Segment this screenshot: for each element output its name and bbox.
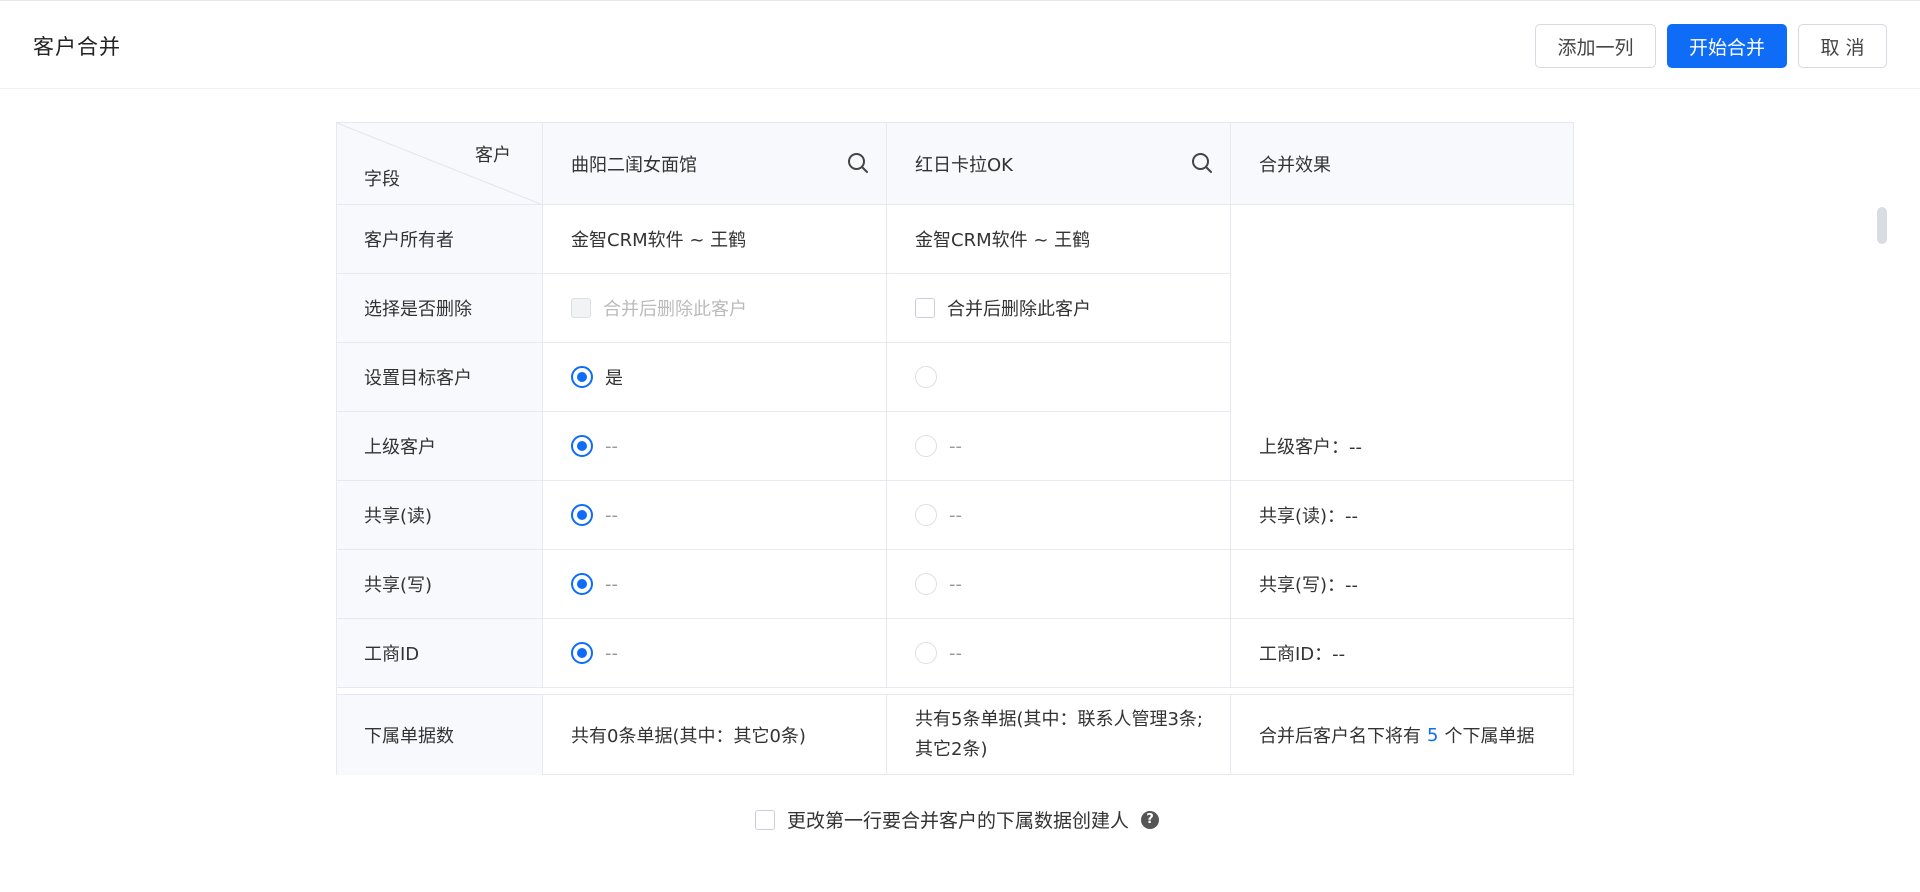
diagonal-divider — [337, 123, 543, 205]
parent-radio[interactable] — [915, 435, 937, 457]
radio-value: -- — [605, 642, 618, 664]
table-header-row: 客户 字段 曲阳二闺女面馆 红日卡拉OK 合并效果 — [337, 123, 1573, 205]
page-title: 客户合并 — [33, 35, 121, 59]
biz-id-option-2[interactable]: -- — [887, 619, 1231, 687]
delete-option-1: 合并后删除此客户 — [543, 274, 887, 342]
merge-table: 客户 字段 曲阳二闺女面馆 红日卡拉OK 合并效果 客户所有者 金智CRM软件 … — [336, 122, 1574, 775]
biz-id-radio-selected[interactable] — [571, 642, 593, 664]
parent-option-2[interactable]: -- — [887, 412, 1231, 480]
target-radio-selected[interactable] — [571, 366, 593, 388]
table-row-share-write: 共享(写) -- -- 共享(写)：-- — [337, 550, 1573, 619]
column-header-customer-1: 曲阳二闺女面馆 — [543, 123, 887, 204]
row-label: 工商ID — [337, 619, 543, 687]
cancel-button[interactable]: 取 消 — [1798, 24, 1887, 68]
row-divider — [337, 688, 1573, 695]
target-radio[interactable] — [915, 366, 937, 388]
radio-value: -- — [605, 435, 618, 457]
parent-radio-selected[interactable] — [571, 435, 593, 457]
sub-docs-line-1: 共有5条单据(其中：联系人管理3条; — [915, 709, 1203, 730]
scrollbar-thumb[interactable] — [1877, 207, 1887, 244]
radio-value: -- — [605, 573, 618, 595]
owner-value-2: 金智CRM软件 ~ 王鹤 — [887, 205, 1231, 273]
change-creator-checkbox[interactable] — [755, 809, 775, 830]
sub-docs-prefix: 合并后客户名下将有 — [1259, 726, 1421, 747]
share-write-merge-result: 共享(写)：-- — [1259, 575, 1359, 596]
table-row-parent: 上级客户 -- -- 上级客户：-- — [337, 412, 1573, 481]
delete-option-2[interactable]: 合并后删除此客户 — [887, 274, 1231, 342]
share-write-radio[interactable] — [915, 573, 937, 595]
radio-value: -- — [949, 435, 962, 457]
sub-docs-line-2: 其它2条) — [915, 739, 988, 760]
column-title: 曲阳二闺女面馆 — [571, 154, 697, 176]
sub-docs-value-1: 共有0条单据(其中：其它0条) — [543, 695, 887, 775]
search-icon[interactable] — [1190, 151, 1214, 175]
row-label: 上级客户 — [337, 412, 543, 480]
share-write-option-1[interactable]: -- — [543, 550, 887, 618]
column-title: 红日卡拉OK — [915, 154, 1013, 176]
row-label: 共享(写) — [337, 550, 543, 618]
row-label: 客户所有者 — [337, 205, 543, 273]
share-write-radio-selected[interactable] — [571, 573, 593, 595]
merge-result-blank — [1231, 205, 1573, 412]
share-read-option-1[interactable]: -- — [543, 481, 887, 549]
share-read-merge-result: 共享(读)：-- — [1259, 506, 1359, 527]
parent-option-1[interactable]: -- — [543, 412, 887, 480]
target-option-1[interactable]: 是 — [543, 343, 887, 411]
radio-value: -- — [605, 504, 618, 526]
radio-value: -- — [949, 504, 962, 526]
row-label: 共享(读) — [337, 481, 543, 549]
help-icon[interactable]: ? — [1141, 810, 1160, 829]
biz-id-option-1[interactable]: -- — [543, 619, 887, 687]
corner-header: 客户 字段 — [337, 123, 543, 205]
column-title: 合并效果 — [1259, 154, 1331, 176]
sub-docs-value-2: 共有5条单据(其中：联系人管理3条; 其它2条) — [887, 695, 1231, 775]
table-row-share-read: 共享(读) -- -- 共享(读)：-- — [337, 481, 1573, 550]
radio-value: -- — [949, 642, 962, 664]
search-icon[interactable] — [846, 151, 870, 175]
radio-value: -- — [949, 573, 962, 595]
parent-merge-result: 上级客户：-- — [1259, 437, 1362, 458]
share-read-radio-selected[interactable] — [571, 504, 593, 526]
table-row-sub-docs: 下属单据数 共有0条单据(其中：其它0条) 共有5条单据(其中：联系人管理3条;… — [337, 695, 1573, 775]
column-header-merge-result: 合并效果 — [1231, 123, 1573, 204]
row-label: 选择是否删除 — [337, 274, 543, 342]
checkbox-label: 合并后删除此客户 — [947, 299, 1091, 320]
share-read-option-2[interactable]: -- — [887, 481, 1231, 549]
sub-docs-count: 5 — [1427, 724, 1439, 746]
row-label: 下属单据数 — [337, 695, 543, 775]
column-header-customer-2: 红日卡拉OK — [887, 123, 1231, 204]
delete-checkbox-disabled — [571, 298, 591, 318]
delete-checkbox[interactable] — [915, 298, 935, 318]
share-write-option-2[interactable]: -- — [887, 550, 1231, 618]
share-read-radio[interactable] — [915, 504, 937, 526]
radio-label: 是 — [605, 368, 623, 389]
corner-field-label: 字段 — [364, 169, 400, 190]
sub-docs-suffix: 个下属单据 — [1444, 726, 1535, 747]
sub-docs-merge-result: 合并后客户名下将有 5 个下属单据 — [1231, 695, 1573, 775]
biz-id-radio[interactable] — [915, 642, 937, 664]
start-merge-button[interactable]: 开始合并 — [1667, 24, 1787, 68]
owner-value-1: 金智CRM软件 ~ 王鹤 — [543, 205, 887, 273]
checkbox-label: 合并后删除此客户 — [603, 299, 747, 320]
page-header: 客户合并 添加一列 开始合并 取 消 — [0, 0, 1920, 89]
biz-id-merge-result: 工商ID：-- — [1259, 644, 1346, 665]
row-label: 设置目标客户 — [337, 343, 543, 411]
change-creator-label: 更改第一行要合并客户的下属数据创建人 — [787, 810, 1130, 832]
add-column-button[interactable]: 添加一列 — [1535, 24, 1656, 68]
target-option-2[interactable] — [887, 343, 1231, 411]
change-creator-option[interactable]: 更改第一行要合并客户的下属数据创建人 ? — [755, 806, 1160, 833]
corner-client-label: 客户 — [475, 145, 511, 166]
table-row-biz-id: 工商ID -- -- 工商ID：-- — [337, 619, 1573, 688]
